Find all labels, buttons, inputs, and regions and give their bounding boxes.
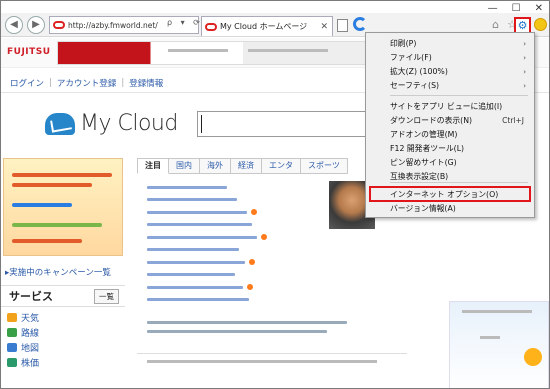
menu-item-label: ダウンロードの表示(N) [390,116,473,125]
services-list: 天気 路線 地図 株価 [7,310,39,370]
address-url: http://azby.fmworld.net/ [68,20,158,30]
mycloud-logo[interactable]: My Cloud [45,111,178,136]
menu-item[interactable]: セーフティ(S) › [366,79,534,93]
logo-text: My Cloud [80,111,178,136]
text-cursor [201,115,202,133]
news-more-links [147,321,347,339]
service-label: 天気 [21,314,40,324]
menu-shortcut: Ctrl+J [502,116,524,125]
gear-icon: ⚙ [517,19,528,32]
back-button[interactable]: ◀ [5,16,23,34]
site-favicon-icon [53,21,65,29]
service-label: 株価 [21,359,40,369]
browser-window: — ☐ ✕ ◀ ▶ http://azby.fmworld.net/ ρ ▾ ⟳… [0,0,550,389]
service-item[interactable]: 地図 [7,340,39,355]
service-icon [7,343,17,352]
menu-item-label: 互換表示設定(B) [390,172,449,181]
address-tools[interactable]: ρ ▾ ⟳ [167,18,203,27]
menu-item-label: インターネット オプション(O) [390,190,499,199]
menu-item-label: サイトをアプリ ビューに追加(I) [390,102,503,111]
submenu-arrow-icon: › [523,40,526,48]
services-header: サービス 一覧 [1,285,125,307]
menu-item[interactable]: バージョン情報(A) [366,202,534,216]
news-tab[interactable]: 経済 [231,158,262,174]
close-button[interactable]: ✕ [535,3,543,14]
news-tab[interactable]: 海外 [200,158,231,174]
search-input[interactable] [197,111,369,137]
service-label: 地図 [21,344,40,354]
news-tab[interactable]: エンタ [262,158,301,174]
news-tab[interactable]: スポーツ [301,158,348,174]
new-tab-icon[interactable] [337,19,348,32]
news-tab[interactable]: 国内 [169,158,200,174]
weather-widget[interactable] [449,301,549,388]
menu-item[interactable]: 拡大(Z) (100%) › [366,65,534,79]
account-info-link[interactable]: 登録情報 [126,77,166,89]
service-icon [7,358,17,367]
ticker-line [137,353,407,367]
menu-item[interactable]: ピン留めサイト(G) [366,156,534,170]
service-icon [7,313,17,322]
menu-item[interactable]: ファイル(F) › [366,51,534,65]
tab-close-icon[interactable]: ✕ [320,22,328,32]
maximize-button[interactable]: ☐ [512,3,521,14]
forward-button[interactable]: ▶ [27,16,45,34]
menu-item[interactable]: サイトをアプリ ビューに追加(I) [366,100,534,114]
campaign-list-link[interactable]: ▸実施中のキャンペーン一覧 [5,266,111,278]
services-all-button[interactable]: 一覧 [94,288,119,304]
register-link[interactable]: アカウント登録 [54,77,120,89]
tab-title: My Cloud ホームページ [220,22,308,31]
menu-item[interactable]: インターネット オプション(O) [366,188,534,202]
tab-favicon-icon [205,22,217,31]
promo-banner[interactable] [3,158,123,256]
cloud-icon [45,112,75,135]
home-icon[interactable]: ⌂ [492,18,499,31]
menu-item-label: F12 開発者ツール(L) [390,144,465,153]
menu-item-label: ピン留めサイト(G) [390,158,457,167]
minimize-button[interactable]: — [488,3,498,14]
news-list [147,181,267,306]
ad-banner[interactable] [57,41,367,65]
menu-item-label: セーフティ(S) [390,81,440,90]
submenu-arrow-icon: › [523,82,526,90]
menu-item[interactable]: 印刷(P) › [366,37,534,51]
menu-item-label: 拡大(Z) (100%) [390,67,448,76]
menu-item-label: アドオンの管理(M) [390,130,458,139]
service-item[interactable]: 株価 [7,355,39,370]
edge-icon[interactable] [353,17,367,31]
service-item[interactable]: 天気 [7,310,39,325]
menu-item[interactable]: 互換表示設定(B) [366,170,534,184]
sun-icon [524,348,542,366]
menu-item[interactable]: アドオンの管理(M) [366,128,534,142]
menu-item[interactable]: F12 開発者ツール(L) [366,142,534,156]
tab-mycloud[interactable]: My Cloud ホームページ ✕ [201,16,333,36]
services-title: サービス [9,290,53,303]
left-column: ▸実施中のキャンペーン一覧 サービス 一覧 天気路線地図株価 [1,158,125,388]
menu-item-label: ファイル(F) [390,53,432,62]
feedback-smiley-icon[interactable] [534,18,547,31]
menu-item-label: バージョン情報(A) [390,204,456,213]
fujitsu-logo: FUJITSU [7,47,51,57]
menu-item-label: 印刷(P) [390,39,417,48]
tools-dropdown-menu: 印刷(P) › ファイル(F) › 拡大(Z) (100%) › セーフティ(S) › サイトを… [365,32,535,218]
news-tab[interactable]: 注目 [137,158,169,174]
service-icon [7,328,17,337]
service-label: 路線 [21,329,40,339]
login-link[interactable]: ログイン [7,77,47,89]
menu-item[interactable]: ダウンロードの表示(N) Ctrl+J [366,114,534,128]
service-item[interactable]: 路線 [7,325,39,340]
submenu-arrow-icon: › [523,68,526,76]
news-tabs: 注目 国内 海外 経済 エンタ スポーツ [137,158,348,174]
submenu-arrow-icon: › [523,54,526,62]
